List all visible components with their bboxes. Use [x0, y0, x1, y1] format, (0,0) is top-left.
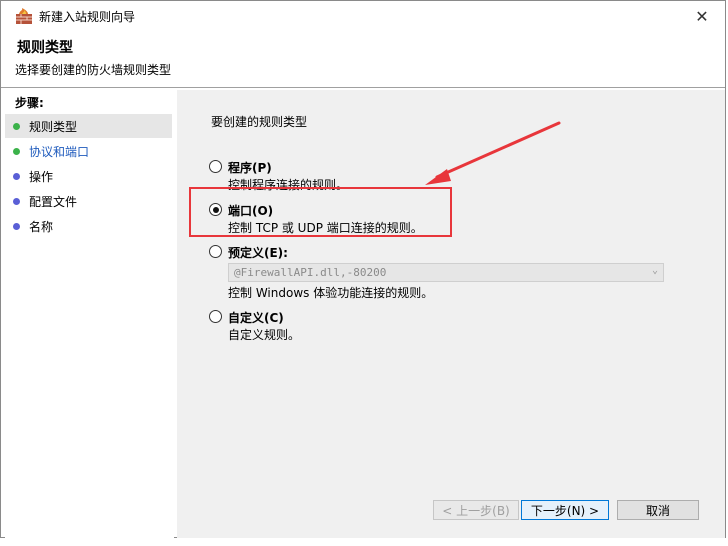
annotation-arrow-icon [425, 121, 561, 185]
cancel-button[interactable]: 取消 [617, 500, 699, 520]
sidebar-item-rule-type[interactable]: 规则类型 [5, 114, 172, 138]
wizard-header: 规则类型 选择要创建的防火墙规则类型 [1, 31, 725, 87]
rule-type-prompt: 要创建的规则类型 [211, 115, 308, 129]
chevron-down-icon: ⌄ [651, 265, 658, 276]
predefined-radio[interactable] [209, 245, 222, 258]
option-title: 自定义(C) [228, 311, 284, 325]
step-status-icon [13, 197, 20, 205]
step-status-icon [13, 172, 20, 180]
close-icon: ✕ [695, 6, 709, 26]
predefined-select-value: @FirewallAPI.dll,-80200 [234, 266, 387, 279]
sidebar-item-label: 规则类型 [29, 119, 78, 134]
title-bar[interactable]: 新建入站规则向导 ✕ [1, 1, 725, 31]
step-status-icon [13, 222, 20, 230]
sidebar-item-profile[interactable]: 配置文件 [5, 189, 172, 213]
option-description: 控制 Windows 体验功能连接的规则。 [228, 286, 434, 300]
sidebar-item-name[interactable]: 名称 [5, 214, 172, 238]
option-title: 预定义(E): [228, 246, 288, 260]
sidebar-item-label: 配置文件 [29, 194, 78, 209]
next-button[interactable]: 下一步(N) > [521, 500, 609, 520]
back-button[interactable]: < 上一步(B) [433, 500, 519, 520]
header-divider [1, 87, 725, 88]
sidebar-item-action[interactable]: 操作 [5, 164, 172, 188]
sidebar-item-protocol-ports[interactable]: 协议和端口 [5, 139, 172, 163]
firewall-icon [16, 8, 32, 24]
custom-radio[interactable] [209, 310, 222, 323]
steps-sidebar: 步骤: 规则类型 协议和端口 操作 配置文件 名称 [5, 90, 174, 538]
sidebar-item-label: 协议和端口 [29, 144, 90, 159]
steps-label: 步骤: [15, 96, 44, 110]
sidebar-item-label: 操作 [29, 169, 54, 184]
sidebar-item-label: 名称 [29, 219, 54, 234]
predefined-select[interactable]: @FirewallAPI.dll,-80200 ⌄ [228, 263, 664, 282]
close-button[interactable]: ✕ [679, 1, 725, 31]
option-title: 程序(P) [228, 161, 272, 175]
page-title: 规则类型 [17, 40, 73, 56]
wizard-window: 新建入站规则向导 ✕ 规则类型 选择要创建的防火墙规则类型 步骤: 规则类型 协… [0, 0, 726, 538]
page-subtitle: 选择要创建的防火墙规则类型 [15, 63, 172, 77]
step-status-icon [13, 122, 20, 130]
program-radio[interactable] [209, 160, 222, 173]
window-title: 新建入站规则向导 [39, 10, 136, 24]
step-status-icon [13, 147, 20, 155]
option-description: 自定义规则。 [228, 328, 301, 342]
